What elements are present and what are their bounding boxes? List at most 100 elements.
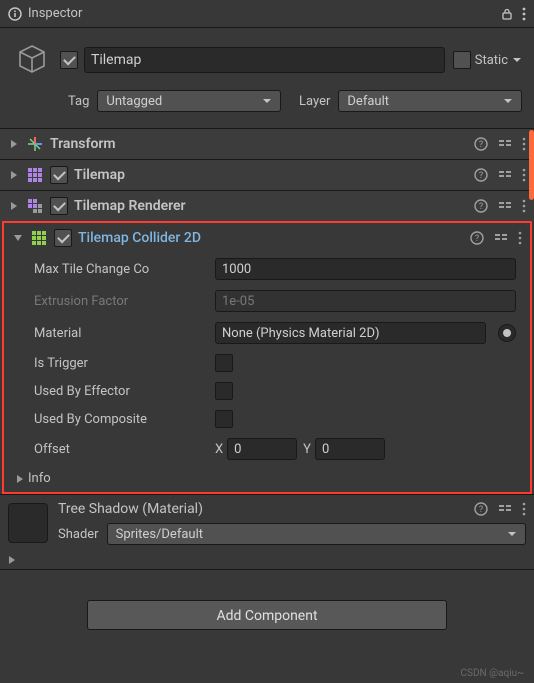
svg-text:?: ? [479, 140, 483, 150]
layer-value: Default [347, 94, 389, 109]
preset-icon[interactable] [498, 199, 512, 213]
component-tilemap-collider-2d-box: Tilemap Collider 2D ? Max Tile Change Co… [2, 221, 532, 494]
tilemap-icon [26, 166, 44, 184]
info-label: Info [28, 471, 51, 486]
lock-icon[interactable] [500, 7, 514, 21]
help-icon[interactable]: ? [474, 137, 488, 151]
help-icon[interactable]: ? [474, 199, 488, 213]
kebab-icon[interactable] [522, 502, 526, 516]
tag-value: Untagged [106, 94, 162, 109]
kebab-icon[interactable] [522, 7, 526, 21]
svg-text:?: ? [479, 202, 483, 212]
component-title: Tilemap Renderer [74, 198, 468, 214]
component-tilemap[interactable]: Tilemap ? [0, 159, 534, 190]
material-section: Tree Shadow (Material) ? Shader Sprites/… [0, 494, 534, 551]
kebab-icon[interactable] [522, 199, 526, 213]
tag-dropdown[interactable]: Untagged [97, 90, 281, 112]
prop-label: Max Tile Change Co [34, 262, 209, 277]
prop-used-by-effector: Used By Effector [4, 377, 530, 405]
tab-title: Inspector [28, 6, 82, 21]
material-preview[interactable] [8, 503, 48, 543]
foldout-icon[interactable] [8, 201, 20, 211]
preset-icon[interactable] [498, 137, 512, 151]
prop-material: Material None (Physics Material 2D) [4, 317, 530, 349]
prop-label: Used By Composite [34, 412, 209, 427]
layer-dropdown[interactable]: Default [338, 90, 522, 112]
prop-label: Extrusion Factor [34, 294, 209, 309]
watermark: CSDN @aqiu~ [461, 668, 524, 679]
preset-icon[interactable] [494, 231, 508, 245]
extrusion-input: 1e-05 [215, 290, 516, 312]
object-header: Static [8, 34, 526, 86]
prop-used-by-composite: Used By Composite [4, 405, 530, 433]
static-dropdown-arrow[interactable] [512, 55, 522, 65]
prop-max-tile-change: Max Tile Change Co 1000 [4, 253, 530, 285]
object-picker-icon[interactable] [498, 324, 516, 342]
preset-icon[interactable] [498, 168, 512, 182]
tag-label: Tag [68, 94, 89, 109]
used-by-effector-checkbox[interactable] [215, 382, 233, 400]
foldout-icon[interactable] [8, 170, 20, 180]
kebab-icon[interactable] [522, 168, 526, 182]
static-checkbox[interactable] [453, 51, 471, 69]
offset-x-label: X [215, 442, 223, 457]
scrollbar[interactable] [529, 130, 534, 200]
tilemap-renderer-icon [26, 197, 44, 215]
active-checkbox[interactable] [60, 51, 78, 69]
component-title: Transform [50, 136, 468, 152]
inspector-tab-header: Inspector [0, 0, 534, 28]
svg-text:?: ? [479, 505, 483, 515]
foldout-icon[interactable] [8, 139, 20, 149]
enable-checkbox[interactable] [50, 166, 68, 184]
component-title: Tilemap Collider 2D [78, 230, 464, 246]
enable-checkbox[interactable] [50, 197, 68, 215]
shader-dropdown[interactable]: Sprites/Default [107, 523, 526, 545]
tilemap-collider-icon [30, 229, 48, 247]
is-trigger-checkbox[interactable] [215, 354, 233, 372]
prop-label: Material [34, 326, 209, 341]
component-title: Tilemap [74, 167, 468, 183]
offset-y-input[interactable] [315, 438, 385, 460]
prop-offset: Offset X Y [4, 433, 530, 465]
prop-is-trigger: Is Trigger [4, 349, 530, 377]
help-icon[interactable]: ? [474, 502, 488, 516]
chevron-down-icon [262, 97, 272, 105]
gameobject-icon [12, 40, 52, 80]
max-tile-change-input[interactable]: 1000 [215, 258, 516, 280]
enable-checkbox[interactable] [54, 229, 72, 247]
material-object-field[interactable]: None (Physics Material 2D) [215, 322, 486, 344]
help-icon[interactable]: ? [470, 231, 484, 245]
info-icon [8, 7, 22, 21]
kebab-icon[interactable] [522, 137, 526, 151]
used-by-composite-checkbox[interactable] [215, 410, 233, 428]
prop-label: Is Trigger [34, 356, 209, 371]
svg-text:?: ? [479, 171, 483, 181]
prop-label: Used By Effector [34, 384, 209, 399]
material-title: Tree Shadow (Material) [58, 501, 203, 517]
shader-value: Sprites/Default [116, 527, 203, 542]
layer-label: Layer [299, 94, 330, 109]
object-name-input[interactable] [84, 47, 445, 73]
tag-layer-row: Tag Untagged Layer Default [8, 86, 526, 120]
chevron-down-icon [503, 97, 513, 105]
component-tilemap-renderer[interactable]: Tilemap Renderer ? [0, 190, 534, 221]
foldout-icon[interactable] [16, 474, 24, 484]
help-icon[interactable]: ? [474, 168, 488, 182]
prop-extrusion-factor: Extrusion Factor 1e-05 [4, 285, 530, 317]
prop-info[interactable]: Info [4, 465, 530, 486]
static-label: Static [475, 53, 508, 68]
shader-label: Shader [58, 527, 99, 542]
prop-label: Offset [34, 442, 209, 457]
component-transform[interactable]: Transform ? [0, 128, 534, 159]
chevron-down-icon [507, 530, 517, 538]
foldout-icon[interactable] [12, 234, 24, 242]
offset-y-label: Y [303, 442, 311, 457]
preset-icon[interactable] [498, 502, 512, 516]
footer: Add Component [0, 569, 534, 660]
kebab-icon[interactable] [518, 231, 522, 245]
material-foldout-icon[interactable] [8, 555, 16, 565]
transform-icon [26, 135, 44, 153]
component-tilemap-collider-2d[interactable]: Tilemap Collider 2D ? [4, 223, 530, 253]
offset-x-input[interactable] [227, 438, 297, 460]
add-component-button[interactable]: Add Component [87, 600, 447, 630]
